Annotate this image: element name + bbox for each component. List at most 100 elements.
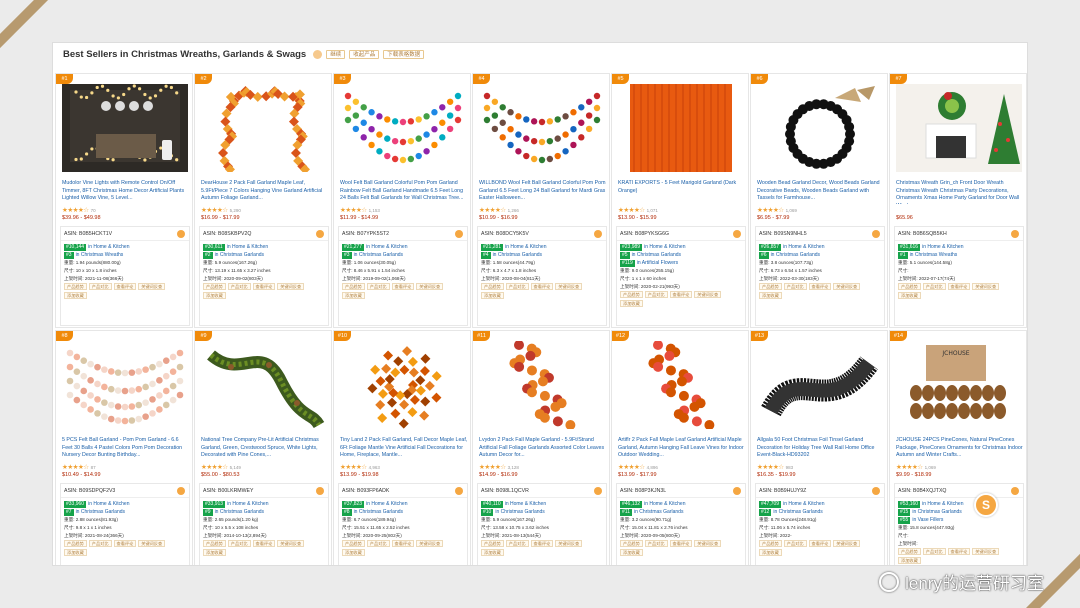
trend-button[interactable]: 产品趋势 <box>64 283 87 291</box>
asin-text[interactable]: ASIN: B0B4XQJTXQ <box>898 488 946 494</box>
trend-button[interactable]: 产品趋势 <box>481 540 504 548</box>
plugin-icon[interactable] <box>733 487 741 495</box>
asin-text[interactable]: ASIN: B0B9HUJY9Z <box>759 488 806 494</box>
asin-text[interactable]: ASIN: B00LKRMWEY <box>203 488 253 494</box>
rank-category[interactable]: in Christmas Garlands <box>76 509 125 515</box>
reviews-button[interactable]: 查看评论 <box>669 540 693 548</box>
plugin-icon[interactable] <box>594 230 602 238</box>
plugin-icon[interactable] <box>177 487 185 495</box>
rank-category[interactable]: in Home & Kitchen <box>505 501 546 507</box>
keyword-button[interactable]: 关键词反查 <box>277 540 305 548</box>
keyword-button[interactable]: 关键词反查 <box>138 540 166 548</box>
keyword-button[interactable]: 关键词反查 <box>555 540 583 548</box>
reviews-button[interactable]: 查看评论 <box>808 283 832 291</box>
product-image[interactable] <box>340 84 466 172</box>
trend-button[interactable]: 产品趋势 <box>759 540 782 548</box>
reviews-button[interactable]: 查看评论 <box>252 283 276 291</box>
product-image[interactable] <box>618 341 744 429</box>
favorite-button[interactable]: 添加收藏 <box>64 549 87 557</box>
plugin-icon[interactable] <box>594 487 602 495</box>
keyword-button[interactable]: 关键词反查 <box>833 540 861 548</box>
product-image[interactable] <box>201 341 327 429</box>
asin-text[interactable]: ASIN: B08PYKSG6G <box>620 231 669 237</box>
favorite-button[interactable]: 添加收藏 <box>620 300 643 308</box>
plugin-icon[interactable] <box>733 230 741 238</box>
keyword-button[interactable]: 关键词反查 <box>694 540 722 548</box>
plugin-icon[interactable] <box>177 230 185 238</box>
reviews-button[interactable]: 查看评论 <box>252 540 276 548</box>
keyword-button[interactable]: 关键词反查 <box>555 283 583 291</box>
keyword-button[interactable]: 关键词反查 <box>694 291 722 299</box>
product-image[interactable] <box>62 341 188 429</box>
reviews-button[interactable]: 查看评论 <box>947 548 971 556</box>
info-icon[interactable] <box>313 50 323 59</box>
rank-category[interactable]: in Christmas Wreaths <box>910 252 958 258</box>
product-title[interactable]: Artiflr 2 Pack Fall Maple Leaf Garland A… <box>618 437 746 461</box>
asin-text[interactable]: ASIN: B08SKBPV2Q <box>203 231 251 237</box>
rank-category[interactable]: in Home & Kitchen <box>644 244 685 250</box>
rank-category[interactable]: in Home & Kitchen <box>783 244 824 250</box>
asin-text[interactable]: ASIN: B093FP6ADK <box>342 488 389 494</box>
compare-button[interactable]: 产品对比 <box>366 540 390 548</box>
product-title[interactable]: JCHOUSE 24PCS PineCones, Natural PineCon… <box>896 437 1024 461</box>
keyword-button[interactable]: 关键词反查 <box>416 540 444 548</box>
product-image[interactable] <box>896 84 1022 172</box>
reviews-button[interactable]: 查看评论 <box>113 283 137 291</box>
rank-category[interactable]: in Home & Kitchen <box>505 244 546 250</box>
favorite-button[interactable]: 添加收藏 <box>759 292 782 300</box>
compare-button[interactable]: 产品对比 <box>505 540 529 548</box>
reviews-button[interactable]: 查看评论 <box>391 283 415 291</box>
rank-category[interactable]: in Artificial Flowers <box>637 260 678 266</box>
favorite-button[interactable]: 添加收藏 <box>64 292 87 300</box>
compare-button[interactable]: 产品对比 <box>88 283 112 291</box>
plugin-icon[interactable] <box>455 230 463 238</box>
favorite-button[interactable]: 添加收藏 <box>203 292 226 300</box>
product-title[interactable]: Tiny Land 2 Pack Fall Garland, Fall Deco… <box>340 437 468 461</box>
product-title[interactable]: Mudolor Vine Lights with Remote Control … <box>62 180 190 204</box>
plugin-icon[interactable] <box>316 230 324 238</box>
product-title[interactable]: Wool Felt Ball Garland Colorful Pom Pom … <box>340 180 468 204</box>
favorite-button[interactable]: 添加收藏 <box>481 549 504 557</box>
product-card[interactable]: #11 Lvydon 2 Pack Fall Maple Garland - 5… <box>472 330 610 565</box>
rank-category[interactable]: in Home & Kitchen <box>227 244 268 250</box>
keyword-button[interactable]: 关键词反查 <box>416 283 444 291</box>
trend-button[interactable]: 产品趋势 <box>342 283 365 291</box>
rank-category[interactable]: in Christmas Garlands <box>773 509 822 515</box>
rank-category[interactable]: in Christmas Garlands <box>632 252 681 258</box>
trend-button[interactable]: 产品趋势 <box>203 540 226 548</box>
product-card[interactable]: #13 Allgala 50 Foot Christmas Foil Tinse… <box>750 330 888 565</box>
product-card[interactable]: #8 5 PCS Felt Ball Garland - Pom Pom Gar… <box>55 330 193 565</box>
reviews-button[interactable]: 查看评论 <box>808 540 832 548</box>
trend-button[interactable]: 产品趋势 <box>898 548 921 556</box>
product-title[interactable]: Wooden Bead Garland Decor, Wood Beads Ga… <box>757 180 885 204</box>
download-tag[interactable]: 下载表格数据 <box>383 50 425 59</box>
rank-category[interactable]: in Home & Kitchen <box>88 501 129 507</box>
compare-button[interactable]: 产品对比 <box>644 540 668 548</box>
product-image[interactable] <box>618 84 744 172</box>
product-title[interactable]: Allgala 50 Foot Christmas Foil Tinsel Ga… <box>757 437 885 461</box>
product-card[interactable]: #14 JCHOUSE JCHOUSE 24PCS PineCones, Nat… <box>889 330 1027 565</box>
reviews-button[interactable]: 查看评论 <box>530 540 554 548</box>
product-title[interactable]: WILLBOND Wool Felt Ball Garland Colorful… <box>479 180 607 204</box>
compare-button[interactable]: 产品对比 <box>644 291 668 299</box>
product-image[interactable] <box>757 341 883 429</box>
rank-category[interactable]: in Home & Kitchen <box>366 244 407 250</box>
rank-category[interactable]: in Home & Kitchen <box>922 501 963 507</box>
product-card[interactable]: #6 Wooden Bead Garland Decor, Wood Beads… <box>750 73 888 328</box>
plugin-icon[interactable] <box>872 487 880 495</box>
floating-action-button[interactable]: S <box>974 493 998 517</box>
plugin-icon[interactable] <box>1011 230 1019 238</box>
trend-button[interactable]: 产品趋势 <box>759 283 782 291</box>
favorite-button[interactable]: 添加收藏 <box>759 549 782 557</box>
trend-button[interactable]: 产品趋势 <box>203 283 226 291</box>
reviews-button[interactable]: 查看评论 <box>391 540 415 548</box>
product-card[interactable]: #5 KRATI EXPORTS - 5 Feet Marigold Garla… <box>611 73 749 328</box>
product-image[interactable] <box>479 84 605 172</box>
rank-category[interactable]: in Christmas Garlands <box>634 509 683 515</box>
keyword-button[interactable]: 关键词反查 <box>277 283 305 291</box>
rank-category[interactable]: in Christmas Garlands <box>215 509 264 515</box>
reviews-button[interactable]: 查看评论 <box>669 291 693 299</box>
favorite-button[interactable]: 添加收藏 <box>203 549 226 557</box>
compare-button[interactable]: 产品对比 <box>366 283 390 291</box>
compare-button[interactable]: 产品对比 <box>88 540 112 548</box>
